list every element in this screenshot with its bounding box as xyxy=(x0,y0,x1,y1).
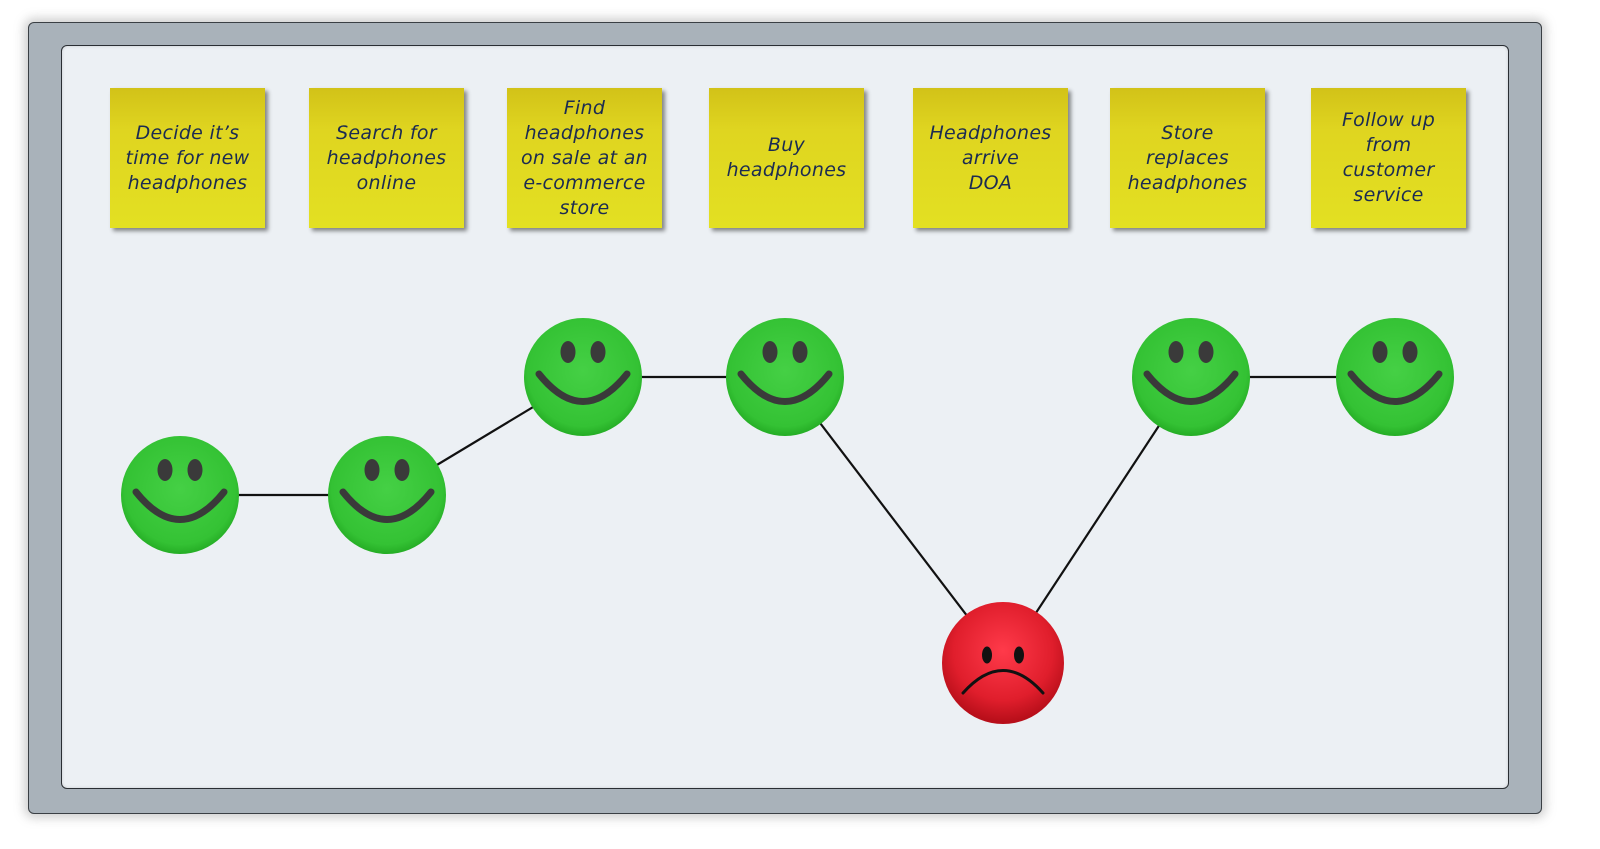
happy-face-icon xyxy=(524,318,642,436)
journey-faces xyxy=(121,318,1454,724)
happy-face-icon xyxy=(121,436,239,554)
happy-face-icon xyxy=(1336,318,1454,436)
eye xyxy=(982,646,992,664)
happy-face-icon xyxy=(328,436,446,554)
emotion-journey xyxy=(121,318,1454,724)
eye xyxy=(187,459,203,481)
eye xyxy=(762,341,778,363)
eye xyxy=(364,459,380,481)
eye xyxy=(157,459,173,481)
happy-face-icon xyxy=(726,318,844,436)
eye xyxy=(1402,341,1418,363)
happy-face-icon xyxy=(1132,318,1250,436)
eye xyxy=(1014,646,1024,664)
eye xyxy=(1168,341,1184,363)
eye xyxy=(792,341,808,363)
eye xyxy=(1372,341,1388,363)
face-circle xyxy=(942,602,1064,724)
eye xyxy=(590,341,606,363)
eye xyxy=(560,341,576,363)
eye xyxy=(1198,341,1214,363)
eye xyxy=(394,459,410,481)
sad-face-icon xyxy=(942,602,1064,724)
